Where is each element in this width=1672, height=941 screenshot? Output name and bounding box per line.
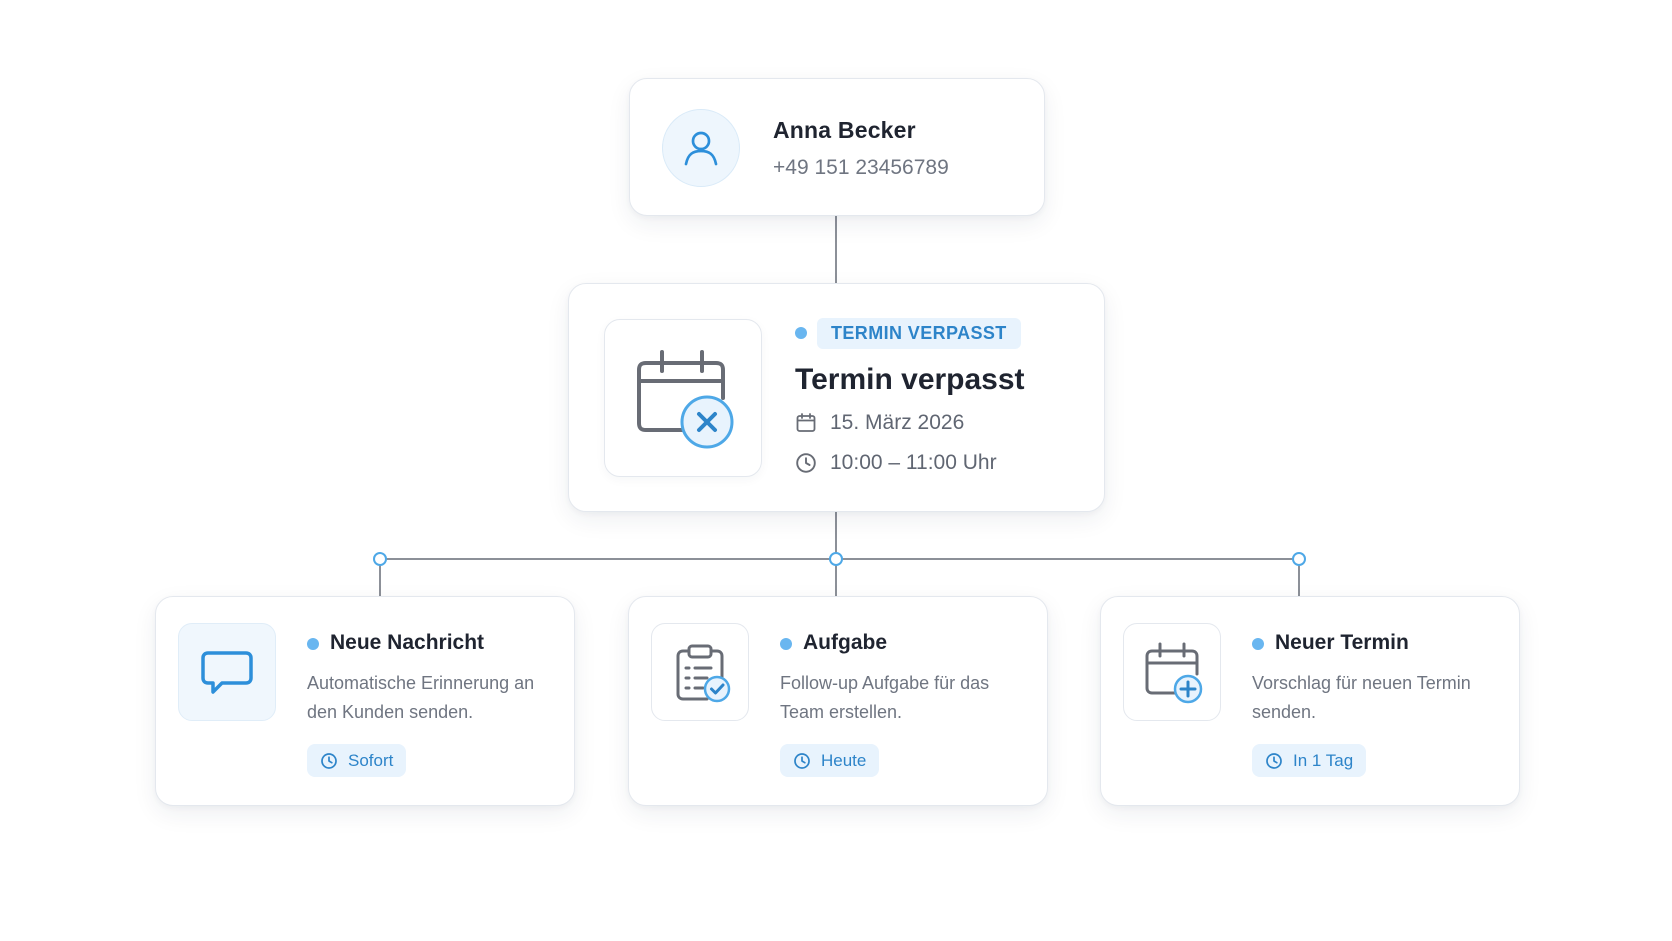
task-action-card[interactable]: Aufgabe Follow-up Aufgabe für das Team e… — [628, 596, 1048, 806]
calendar-plus-icon — [1145, 642, 1203, 704]
new-message-action-card[interactable]: Neue Nachricht Automatische Erinnerung a… — [155, 596, 575, 806]
action-status-dot — [780, 638, 792, 650]
new-message-timing-badge: Sofort — [307, 744, 407, 777]
task-description: Follow-up Aufgabe für das Team erstellen… — [780, 673, 990, 722]
missed-appointment-card[interactable]: TERMIN VERPASST Termin verpasst 15. März… — [568, 283, 1105, 512]
new-appointment-title: Neuer Termin — [1275, 631, 1409, 654]
contact-phone: +49 151 23456789 — [773, 156, 949, 179]
new-message-timing: Sofort — [348, 751, 394, 770]
new-appointment-timing: In 1 Tag — [1293, 751, 1354, 770]
event-status-badge: TERMIN VERPASST — [817, 318, 1021, 349]
contact-name: Anna Becker — [773, 117, 916, 143]
event-title: Termin verpasst — [795, 363, 1025, 396]
new-appointment-description: Vorschlag für neuen Termin senden. — [1252, 673, 1471, 722]
event-status-dot — [795, 327, 807, 339]
clock-icon — [321, 752, 337, 769]
right-connector-node — [1292, 552, 1306, 566]
event-date: 15. März 2026 — [830, 411, 965, 434]
user-icon — [684, 131, 718, 166]
task-timing-badge: Heute — [780, 744, 880, 777]
event-date-row: 15. März 2026 — [795, 411, 964, 435]
new-appointment-timing-badge: In 1 Tag — [1252, 744, 1367, 777]
action-status-dot — [307, 638, 319, 650]
task-icon-box — [651, 623, 749, 721]
clipboard-check-icon — [676, 644, 731, 703]
action-status-dot — [1252, 638, 1264, 650]
avatar — [662, 109, 740, 187]
chat-bubble-icon — [201, 651, 253, 694]
task-title: Aufgabe — [803, 631, 887, 654]
event-time-row: 10:00 – 11:00 Uhr — [795, 451, 997, 475]
event-icon-box — [604, 319, 762, 477]
event-time: 10:00 – 11:00 Uhr — [830, 451, 997, 474]
task-timing: Heute — [821, 751, 867, 770]
clock-icon — [796, 453, 816, 473]
calendar-cancel-icon — [637, 350, 734, 449]
new-appointment-icon-box — [1123, 623, 1221, 721]
new-message-title: Neue Nachricht — [330, 631, 485, 654]
clock-icon — [1266, 752, 1282, 769]
left-connector-node — [373, 552, 387, 566]
calendar-icon — [796, 413, 816, 432]
clock-icon — [794, 752, 810, 769]
new-appointment-action-card[interactable]: Neuer Termin Vorschlag für neuen Termin … — [1100, 596, 1520, 806]
message-icon-box — [178, 623, 276, 721]
new-message-description: Automatische Erinnerung an den Kunden se… — [307, 673, 535, 722]
middle-connector-node — [829, 552, 843, 566]
contact-card[interactable]: Anna Becker +49 151 23456789 — [629, 78, 1045, 216]
